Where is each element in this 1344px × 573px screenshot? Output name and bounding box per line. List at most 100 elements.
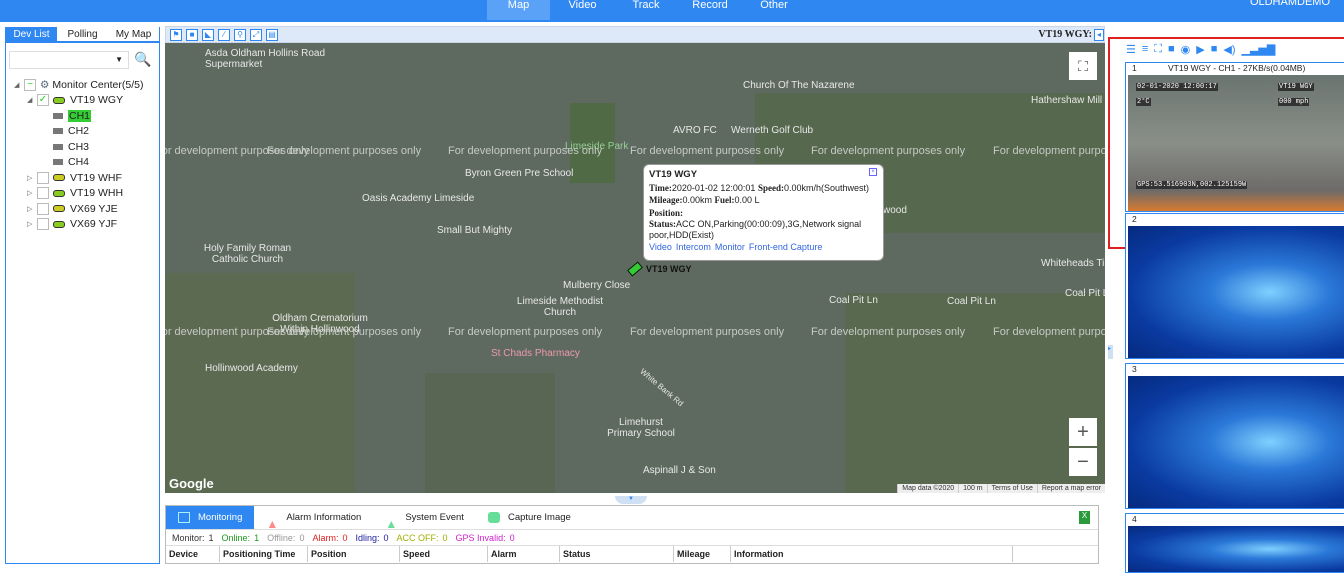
nav-record[interactable]: Record [680,0,740,20]
tab-monitoring[interactable]: Monitoring [166,506,255,529]
collapse-icon[interactable]: ◂ [1094,29,1104,41]
checkbox[interactable] [37,218,49,231]
play-icon[interactable]: ▶ [1196,43,1204,56]
tree-vehicle[interactable]: ▷ VX69 YJE [6,201,156,217]
save-icon[interactable]: ▤ [266,29,278,41]
selected-vehicle: VT19 WGY: [1038,29,1092,40]
snapshot-icon[interactable]: ◉ [1181,43,1191,56]
video-window-1[interactable]: 1 VT19 WGY - CH1 - 27KB/s(0.04MB) 02-01-2… [1125,62,1344,212]
map[interactable]: Asda Oldham Hollins Road Supermarket Chu… [165,43,1105,493]
zoom-in-button[interactable]: + [1069,418,1097,446]
nav-video[interactable]: Video [555,0,610,20]
col-status: Status [560,546,674,562]
tree-vehicle[interactable]: ▷ VX69 YJF [6,217,156,233]
flag-icon[interactable]: ⚑ [170,29,182,41]
map-label: Whiteheads Ti [1041,258,1105,269]
filter-icon[interactable]: ≡ [1142,43,1148,56]
search-icon[interactable]: 🔍 [134,51,151,68]
stat-label: Offline: [267,533,296,543]
map-label: Oasis Academy Limeside [362,193,475,204]
excel-export-icon[interactable]: X [1079,511,1090,524]
map-label: Mulberry Close [563,280,631,291]
stat-value: 0 [383,533,389,543]
nav-track[interactable]: Track [620,0,672,20]
nav-map[interactable]: Map [487,0,550,20]
car-icon [53,174,65,182]
fit-icon[interactable]: ⤢ [250,29,262,41]
tree-vehicle[interactable]: ▷ VT19 WHF [6,170,156,186]
checkbox[interactable] [37,202,49,215]
stat-label: Monitor: [172,533,205,543]
vehicle-label: VX69 YJF [70,218,118,231]
tree-channel[interactable]: CH2 [6,124,156,140]
video-window-4[interactable]: 4 [1125,513,1344,573]
google-logo: Google [169,476,214,491]
tab-capture-image[interactable]: Capture Image [476,506,583,529]
tree-channel[interactable]: CH4 [6,155,156,171]
osd-vehicle: VT19 WGY [1278,83,1314,91]
report-error-link[interactable]: Report a map error [1036,484,1105,493]
zoom-out-button[interactable]: − [1069,448,1097,476]
camera-icon [53,143,63,150]
polygon-icon[interactable]: ◣ [202,29,214,41]
col-extra [1013,546,1093,562]
warning-icon: ▲ [266,517,279,531]
front-end-capture-link[interactable]: Front-end Capture [749,242,823,252]
intercom-link[interactable]: Intercom [676,242,711,252]
tab-system-event[interactable]: ▲ System Event [373,506,476,532]
stream-title: VT19 WGY - CH1 - 27KB/s(0.04MB) [1168,63,1306,73]
map-label: Hollinwood Academy [205,363,298,374]
time-value: 2020-01-02 12:00:01 [671,182,756,193]
search-icon[interactable]: ⚲ [234,29,246,41]
tree-root[interactable]: ◢ − ⚙ Monitor Center(5/5) [6,77,156,93]
tree-vehicle[interactable]: ◢ ✓ VT19 WGY [6,93,156,109]
list-icon[interactable]: ☰ [1126,43,1136,56]
video-window-2[interactable]: 2 [1125,213,1344,359]
close-icon[interactable]: × [869,168,877,176]
col-device: Device [166,546,220,562]
vehicle-label: VT19 WGY [70,94,124,107]
volume-icon[interactable]: ◀) [1223,43,1235,56]
stat-value: 0 [299,533,305,543]
tab-polling[interactable]: Polling [57,27,108,41]
stat-label: Online: [221,533,251,543]
map-attribution: Map data ©2020 100 m Terms of Use Report… [897,484,1105,493]
stat-value: 1 [208,533,214,543]
layout-icon[interactable]: ■ [1168,43,1175,56]
terms-link[interactable]: Terms of Use [986,484,1037,493]
tree-channel[interactable]: CH1 [6,108,156,124]
watermark: For development purposes only [993,326,1105,338]
video-window-3[interactable]: 3 [1125,363,1344,509]
nav-other[interactable]: Other [745,0,803,20]
channel-label: CH2 [68,125,90,138]
checkbox[interactable] [37,171,49,184]
time-label: Time: [649,182,672,193]
map-label: Limehurst Primary School [607,417,675,439]
tab-alarm-information[interactable]: ▲ Alarm Information [254,506,373,532]
device-search-select[interactable]: ▼ [9,51,129,69]
checkbox[interactable]: ✓ [37,94,49,107]
checkbox[interactable] [37,187,49,200]
stop-icon[interactable]: ■ [1211,43,1218,56]
watermark: For development purposes only [267,145,422,157]
fullscreen-icon[interactable]: ⛶ [1154,43,1162,56]
vehicle-marker-icon[interactable] [627,261,643,277]
line-icon[interactable]: ⁄ [218,29,230,41]
window-number: 4 [1132,514,1137,524]
tree-vehicle[interactable]: ▷ VT19 WHH [6,186,156,202]
tab-my-map[interactable]: My Map [108,27,159,41]
collapse-bottom-button[interactable]: ▼ [615,496,647,504]
monitor-link[interactable]: Monitor [715,242,745,252]
rectangle-icon[interactable]: ■ [186,29,198,41]
tree-channel[interactable]: CH3 [6,139,156,155]
monitor-icon [178,512,190,523]
user-name[interactable]: OLDHAMDEMO [1250,0,1330,8]
video-toolbar: ☰ ≡ ⛶ ■ ◉ ▶ ■ ◀) ▁▃▅▇ [1126,43,1275,56]
fuel-label: Fuel: [714,195,735,205]
scale-bar: 100 m [958,484,986,493]
status-summary: Monitor: 1 Online: 1 Offline: 0 Alarm: 0 Idling:… [166,530,1098,546]
tab-dev-list[interactable]: Dev List [6,27,57,41]
watermark: For development purposes only [448,145,603,157]
video-link[interactable]: Video [649,242,672,252]
fullscreen-button[interactable]: ⛶ [1069,52,1097,80]
